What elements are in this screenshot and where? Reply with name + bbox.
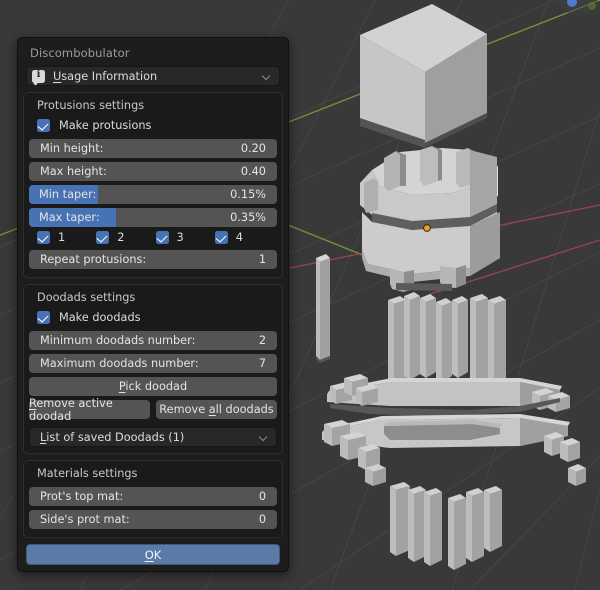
make-protrusions-checkbox[interactable] bbox=[37, 119, 50, 132]
face-4-label: 4 bbox=[235, 231, 243, 244]
ok-button[interactable]: OK bbox=[26, 544, 280, 565]
repeat-protrusions-value: 1 bbox=[258, 253, 266, 266]
doodad-remove-button-row: Remove active doodad Remove all doodads bbox=[26, 397, 280, 423]
chevron-down-icon bbox=[263, 72, 272, 81]
doodad-plank bbox=[316, 254, 330, 363]
face-2-label: 2 bbox=[117, 231, 125, 244]
make-doodads-label: Make doodads bbox=[59, 311, 141, 324]
face-check-1[interactable]: 1 bbox=[37, 231, 96, 244]
min-taper-label: Min taper: bbox=[39, 188, 97, 201]
face-3-label: 3 bbox=[176, 231, 184, 244]
protrusions-settings-title: Protusions settings bbox=[37, 99, 145, 112]
info-icon bbox=[32, 69, 45, 83]
remove-all-doodads-button[interactable]: Remove all doodads bbox=[156, 400, 277, 419]
face-1-checkbox[interactable] bbox=[37, 231, 50, 244]
ok-button-label: OK bbox=[144, 547, 162, 562]
remove-active-doodad-label: Remove active doodad bbox=[29, 396, 113, 423]
protrusions-settings-panel: Protusions settings Make protusions Min … bbox=[23, 92, 283, 278]
min-taper-value: 0.15% bbox=[230, 188, 266, 201]
min-height-value: 0.20 bbox=[240, 142, 266, 155]
face-check-2[interactable]: 2 bbox=[96, 231, 155, 244]
maximum-doodads-number-value: 7 bbox=[258, 357, 266, 370]
usage-information-dropdown[interactable]: Usage Information bbox=[26, 66, 280, 86]
max-taper-value: 0.35% bbox=[230, 211, 266, 224]
side-prot-mat-value: 0 bbox=[258, 513, 266, 526]
make-protrusions-checkbox-row[interactable]: Make protusions bbox=[26, 119, 280, 139]
face-check-3[interactable]: 3 bbox=[155, 231, 215, 244]
max-height-label: Max height: bbox=[40, 165, 107, 178]
remove-all-doodads-label: Remove all doodads bbox=[159, 403, 274, 416]
face-4-checkbox[interactable] bbox=[214, 231, 228, 244]
pick-doodad-label: Pick doodad bbox=[118, 380, 188, 393]
blender-window: Discombobulator Usage Information Protus… bbox=[0, 0, 600, 590]
max-height-value: 0.40 bbox=[240, 165, 266, 178]
max-taper-slider[interactable]: Max taper: 0.35% bbox=[29, 208, 277, 227]
max-taper-label: Max taper: bbox=[39, 211, 100, 224]
doodads-settings-panel: Doodads settings Make doodads Minimum do… bbox=[23, 284, 283, 454]
maximum-doodads-number-field[interactable]: Maximum doodads number: 7 bbox=[29, 354, 277, 373]
min-taper-slider[interactable]: Min taper: 0.15% bbox=[29, 185, 277, 204]
maximum-doodads-number-label: Maximum doodads number: bbox=[40, 357, 199, 370]
max-height-field[interactable]: Max height: 0.40 bbox=[29, 162, 277, 181]
chevron-down-icon bbox=[260, 433, 269, 442]
side-prot-mat-label: Side's prot mat: bbox=[40, 513, 130, 526]
saved-doodads-label: List of saved Doodads (1) bbox=[40, 430, 185, 444]
min-height-field[interactable]: Min height: 0.20 bbox=[29, 139, 277, 158]
object-origin-dot bbox=[423, 224, 431, 232]
repeat-protrusions-field[interactable]: Repeat protusions: 1 bbox=[29, 250, 277, 269]
pick-doodad-button[interactable]: Pick doodad bbox=[29, 377, 277, 396]
face-3-checkbox[interactable] bbox=[155, 231, 169, 244]
prot-top-mat-field[interactable]: Prot's top mat: 0 bbox=[29, 487, 277, 506]
minimum-doodads-number-value: 2 bbox=[258, 334, 266, 347]
face-1-label: 1 bbox=[58, 231, 66, 244]
prot-top-mat-label: Prot's top mat: bbox=[40, 490, 124, 503]
prot-top-mat-value: 0 bbox=[258, 490, 266, 503]
min-height-label: Min height: bbox=[40, 142, 104, 155]
face-selection-checkboxes: 1 2 3 4 bbox=[26, 231, 280, 250]
make-protrusions-label: Make protusions bbox=[59, 119, 152, 132]
materials-settings-panel: Materials settings Prot's top mat: 0 Sid… bbox=[23, 460, 283, 538]
make-doodads-checkbox-row[interactable]: Make doodads bbox=[26, 311, 280, 331]
make-doodads-checkbox[interactable] bbox=[37, 311, 50, 324]
remove-active-doodad-button[interactable]: Remove active doodad bbox=[29, 397, 150, 423]
face-2-checkbox[interactable] bbox=[96, 231, 110, 244]
doodads-settings-title: Doodads settings bbox=[37, 291, 136, 304]
usage-information-label: Usage Information bbox=[53, 69, 158, 83]
discombobulator-dialog: Discombobulator Usage Information Protus… bbox=[17, 37, 289, 572]
side-prot-mat-field[interactable]: Side's prot mat: 0 bbox=[29, 510, 277, 529]
repeat-protrusions-label: Repeat protusions: bbox=[40, 253, 147, 266]
materials-settings-title: Materials settings bbox=[37, 467, 138, 480]
minimum-doodads-number-label: Minimum doodads number: bbox=[40, 334, 196, 347]
cube-discombobulated bbox=[360, 146, 500, 292]
minimum-doodads-number-field[interactable]: Minimum doodads number: 2 bbox=[29, 331, 277, 350]
dialog-title: Discombobulator bbox=[30, 46, 130, 60]
face-check-4[interactable]: 4 bbox=[214, 231, 274, 244]
saved-doodads-dropdown[interactable]: List of saved Doodads (1) bbox=[29, 427, 277, 447]
